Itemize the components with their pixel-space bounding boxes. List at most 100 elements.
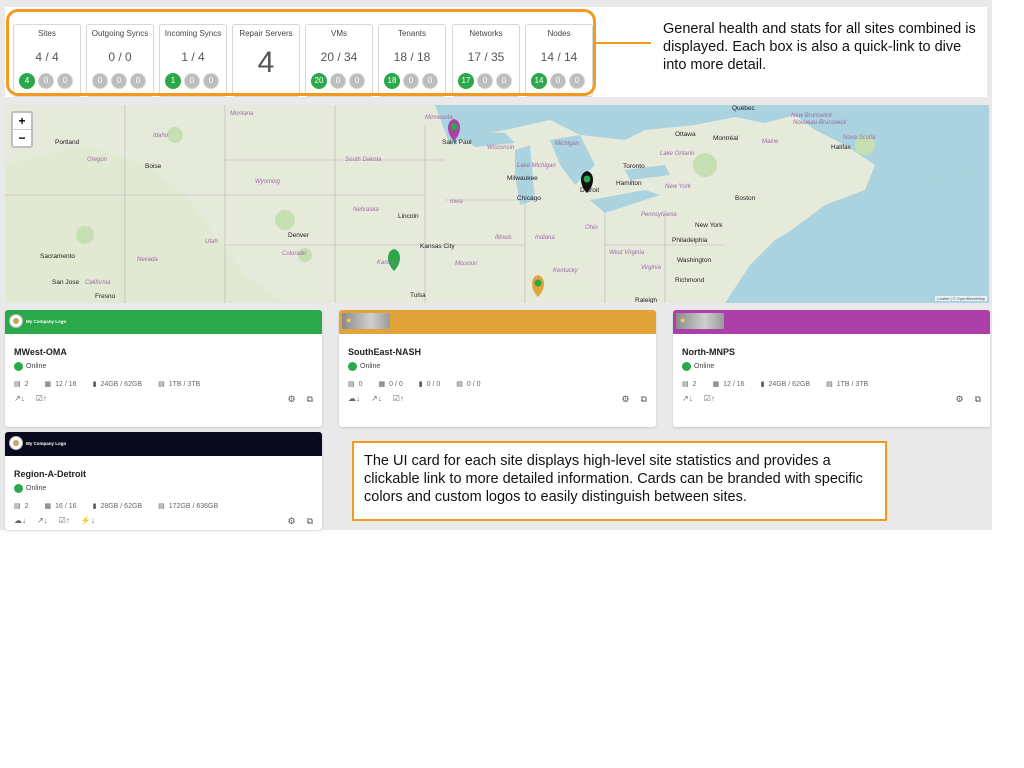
sync-icon[interactable]: ☁↓ [14,516,26,528]
stat-box-incoming-syncs[interactable]: Incoming Syncs 1 / 4100 [159,24,227,97]
site-metrics: ▤ 0 ▦ 0 / 0 ▮ 0 / 0 ▤ 0 / 0 [348,380,656,389]
status-text: Online [694,363,715,370]
gear-icon[interactable]: ⚙ [287,516,295,527]
warning-count-badge: 0 [184,73,200,89]
healthy-count-badge: 0 [92,73,108,89]
map-label: Ottawa [675,131,696,138]
site-name[interactable]: Region-A-Detroit [14,469,322,479]
map-label: Kansas City [420,243,455,250]
external-link-icon[interactable]: ⧉ [307,516,313,527]
stat-label: Nodes [547,29,571,38]
gear-icon[interactable]: ⚙ [621,394,629,405]
healthy-count-badge: 20 [311,73,327,89]
stat-box-vms[interactable]: VMs 20 / 34 20 0 0 [305,24,373,97]
map-label: Nova Scotia [843,135,876,141]
map-label: Michigan [555,141,580,147]
zoom-control: + − [11,111,33,148]
map-label: Detroit [580,187,600,194]
storage-icon: ▤ [456,381,463,388]
dashboard-frame: Sites 4 / 4 4 0 0 Outgoing Syncs 0 / 0 0 0 0 Incom… [0,0,992,530]
error-count-badge: 0 [422,73,438,89]
site-card-mwest-oma[interactable]: My Company Logo MWest-OMA Online ▤ 2 ▦ 1… [5,310,322,427]
stat-label: Sites [38,29,56,38]
map-label: Montréal [713,135,739,142]
map-label: Nouveau-Brunswick [793,120,847,126]
sync-icon[interactable]: ↗↓ [14,394,25,406]
site-name[interactable]: North-MNPS [682,347,990,357]
map-attribution[interactable]: Leaflet | © OpenStreetMap [935,296,987,301]
site-card-region-a-detroit[interactable]: My Company Logo Region-A-Detroit Online … [5,432,322,530]
sites-map[interactable]: Montana Idaho Portland Oregon Boise Wyoming So… [5,105,989,303]
sync-icon[interactable]: ☑↑ [59,516,70,528]
sync-icon[interactable]: ↗↓ [37,516,48,528]
site-card-north-mnps[interactable]: North-MNPS Online ▤ 2 ▦ 12 / 16 ▮ 24GB /… [673,310,990,427]
external-link-icon[interactable]: ⧉ [307,394,313,405]
site-name[interactable]: MWest-OMA [14,347,322,357]
status-text: Online [26,363,47,370]
sync-icon[interactable]: ☁↓ [348,394,360,406]
sync-icon[interactable]: ↗↓ [371,394,382,406]
sync-icon[interactable]: ⚡↓ [81,516,95,528]
external-link-icon[interactable]: ⧉ [975,394,981,405]
external-link-icon[interactable]: ⧉ [641,394,647,405]
stat-label: Outgoing Syncs [91,29,149,38]
map-label: Pennsylvania [641,212,677,218]
healthy-count-badge: 18 [384,73,400,89]
stats-panel: Sites 4 / 4 4 0 0 Outgoing Syncs 0 / 0 0 0 0 Incom… [5,7,987,97]
stat-box-networks[interactable]: Networks 17 / 35 17 0 0 [452,24,520,97]
card-actions: ⚙ ⧉ [955,394,981,405]
status-counts: 20 0 0 [311,73,365,89]
map-label: Portland [55,139,80,146]
error-count-badge: 0 [130,73,146,89]
map-label: Wisconsin [487,145,515,151]
stat-box-outgoing-syncs[interactable]: Outgoing Syncs 0 / 0000 [86,24,154,97]
map-label: New York [665,184,691,190]
zoom-out-button[interactable]: − [13,130,31,146]
map-label: Kentucky [553,268,578,274]
custom-logo-image [676,313,724,329]
storage-usage: 1TB / 3TB [836,380,869,388]
site-name[interactable]: SouthEast-NASH [348,347,656,357]
site-metrics: ▤ 2 ▦ 12 / 16 ▮ 24GB / 62GB ▤ 1TB / 3TB [14,380,322,389]
map-label: Halifax [831,144,851,151]
stat-label: Incoming Syncs [164,29,222,38]
stat-box-sites[interactable]: Sites 4 / 4 400 [13,24,81,97]
storage-icon: ▤ [158,503,165,510]
status-text: Online [26,485,47,492]
card-action-row: ☁↓ ↗↓ ☑↑ ⚙ ⧉ [348,394,656,406]
stat-box-nodes[interactable]: Nodes 14 / 14 14 0 0 [525,24,593,97]
sync-icon[interactable]: ☑↑ [36,394,47,406]
servers-count: 0 [358,380,363,388]
status-counts: 14 0 0 [531,73,585,89]
card-callout: The UI card for each site displays high-… [352,441,887,521]
map-label: Boston [735,195,756,202]
sync-icon[interactable]: ☑↑ [704,394,715,406]
map-label: West Virginia [609,250,645,256]
online-status-icon [348,362,357,371]
gear-icon[interactable]: ⚙ [955,394,963,405]
map-label: Iowa [450,199,463,205]
healthy-count-badge: 14 [531,73,547,89]
stat-label: Networks [469,29,503,38]
stat-label: Repair Servers [239,29,293,38]
zoom-in-button[interactable]: + [13,113,31,130]
map-pin-north[interactable] [448,119,460,141]
stat-value: 0 / 0 [108,50,132,64]
map-label: San Jose [52,279,80,286]
site-card-southeast-nash[interactable]: SouthEast-NASH Online ▤ 0 ▦ 0 / 0 ▮ 0 / … [339,310,656,427]
gear-icon[interactable]: ⚙ [287,394,295,405]
status-counts: 400 [19,73,73,89]
stat-box-repair-servers[interactable]: Repair Servers 4 [232,24,300,97]
memory-usage: 0 / 0 [426,380,441,388]
stat-value: 4 / 4 [35,50,59,64]
map-label: Québec [732,105,755,112]
status-row: Online [14,484,322,493]
sync-icon[interactable]: ☑↑ [393,394,404,406]
online-status-icon [682,362,691,371]
error-count-badge: 0 [569,73,585,89]
map-label: New Brunswick [791,113,833,119]
status-counts: 100 [165,73,219,89]
sync-icon[interactable]: ↗↓ [682,394,693,406]
map-label: Virginia [641,265,661,271]
stat-box-tenants[interactable]: Tenants 18 / 18 18 0 0 [378,24,446,97]
